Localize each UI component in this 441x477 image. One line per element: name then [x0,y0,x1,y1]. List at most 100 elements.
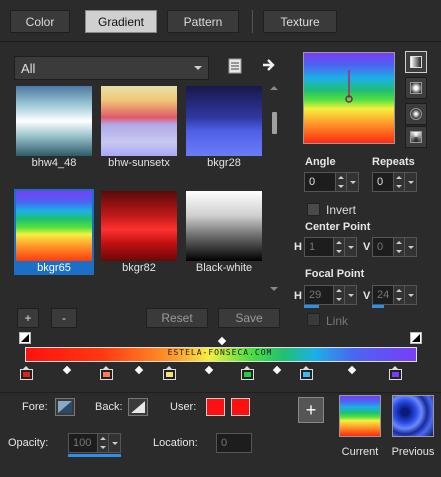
user-color-1[interactable] [206,398,225,416]
focal-h-input[interactable]: 29 [304,285,357,305]
repeats-dropdown[interactable] [404,173,416,191]
center-h-dropdown[interactable] [344,238,356,256]
gradient-thumb-bkgr28[interactable]: bkgr28 [184,84,264,170]
gradient-swatch [186,191,262,261]
opacity-slider[interactable] [68,454,121,457]
color-stop[interactable] [389,366,402,381]
watermark-text: ESTELA-FONSECA.COM [167,348,273,357]
center-v-dropdown[interactable] [404,238,416,256]
color-midpoint[interactable] [347,365,357,375]
fore-button[interactable] [55,398,75,416]
color-stop[interactable] [300,366,313,381]
focal-h-dropdown[interactable] [344,286,356,304]
opacity-stop-start[interactable] [19,332,31,344]
center-h-label: H [294,241,302,253]
invert-label: Invert [326,203,357,217]
link-checkbox[interactable] [307,313,320,326]
gradient-swatch [16,191,92,261]
gradient-thumb-bkgr65[interactable]: bkgr65 [14,189,94,275]
gradient-name: bkgr65 [37,262,71,274]
add-swatch-button[interactable]: + [298,397,324,423]
scroll-up-icon[interactable] [270,86,278,90]
add-gradient-button[interactable]: + [17,308,39,328]
angle-stepper[interactable] [335,173,346,191]
repeats-stepper[interactable] [393,173,404,191]
center-h-input[interactable]: 1 [304,237,357,257]
opacity-stop-end[interactable] [410,332,422,344]
gradient-thumb-bkgr82[interactable]: bkgr82 [99,189,179,275]
angle-dropdown[interactable] [346,173,358,191]
arrow-right-icon[interactable] [262,58,276,72]
linear-style-button[interactable] [405,51,427,73]
previous-label: Previous [391,446,435,458]
sunburst-style-button[interactable] [405,103,427,125]
color-midpoint[interactable] [204,365,214,375]
center-v-value: 0 [377,241,384,253]
plus-icon: + [305,399,317,420]
focal-v-stepper[interactable] [393,286,404,304]
color-midpoint[interactable] [272,365,282,375]
color-stop[interactable] [100,366,113,381]
repeats-label: Repeats [372,156,415,168]
gradient-swatch [16,86,92,156]
gradient-thumb-bhw4-48[interactable]: bhw4_48 [14,84,94,170]
gradient-name: bkgr82 [122,262,156,274]
focal-v-dropdown[interactable] [404,286,416,304]
location-input[interactable]: 0 [216,433,252,453]
color-midpoint[interactable] [134,365,144,375]
sunburst-icon [410,108,422,120]
tab-gradient[interactable]: Gradient [85,10,157,33]
reset-button[interactable]: Reset [146,308,208,328]
center-h-stepper[interactable] [333,238,344,256]
focal-h-slider[interactable] [304,305,319,308]
angle-input[interactable]: 0 [304,172,359,192]
opacity-stepper[interactable] [97,434,108,452]
focal-h-stepper[interactable] [333,286,344,304]
rectangular-style-button[interactable] [405,77,427,99]
color-midpoint[interactable] [62,365,72,375]
opacity-input[interactable]: 100 [68,433,121,453]
back-gradient-icon [131,401,145,413]
tab-texture[interactable]: Texture [263,10,337,33]
color-stop-swatch [303,372,310,377]
color-stop[interactable] [241,366,254,381]
color-stop-swatch [392,372,399,377]
angle-handle-icon[interactable] [304,53,396,145]
opacity-midpoint[interactable] [217,336,227,346]
gradient-gallery: bhw4_48 bhw-sunsetx bkgr28 bkgr65 bkgr82… [14,84,267,295]
repeats-input[interactable]: 0 [372,172,417,192]
previous-gradient-swatch[interactable] [392,395,434,437]
tab-pattern[interactable]: Pattern [167,10,239,33]
gradient-thumb-bhw-sunsetx[interactable]: bhw-sunsetx [99,84,179,170]
user-color-2[interactable] [231,398,250,416]
color-stop[interactable] [163,366,176,381]
color-stop-swatch [166,372,173,377]
remove-gradient-button[interactable]: - [51,308,77,328]
radial-icon [410,131,422,143]
chevron-down-icon [194,66,202,70]
gallery-scrollbar[interactable] [268,84,280,295]
focal-point-label: Focal Point [305,268,365,280]
back-button[interactable] [128,398,148,416]
center-v-stepper[interactable] [393,238,404,256]
focal-v-slider[interactable] [372,305,384,308]
rectangular-icon [410,82,422,94]
opacity-label: Opacity: [8,437,49,449]
color-stop[interactable] [20,366,33,381]
current-gradient-swatch[interactable] [339,395,381,437]
save-button[interactable]: Save [218,308,280,328]
focal-v-input[interactable]: 24 [372,285,417,305]
invert-checkbox[interactable] [307,203,320,216]
radial-style-button[interactable] [405,126,427,148]
tab-color[interactable]: Color [10,10,70,33]
center-v-input[interactable]: 0 [372,237,417,257]
back-label: Back: [95,401,123,413]
category-dropdown[interactable]: All [14,56,209,80]
gradient-swatch [186,86,262,156]
scroll-thumb[interactable] [272,112,277,134]
gradient-preview[interactable] [303,52,395,144]
opacity-dropdown[interactable] [108,434,120,452]
scroll-down-icon[interactable] [270,287,278,291]
gradient-thumb-black-white[interactable]: Black-white [184,189,264,275]
new-file-icon[interactable] [228,58,242,74]
